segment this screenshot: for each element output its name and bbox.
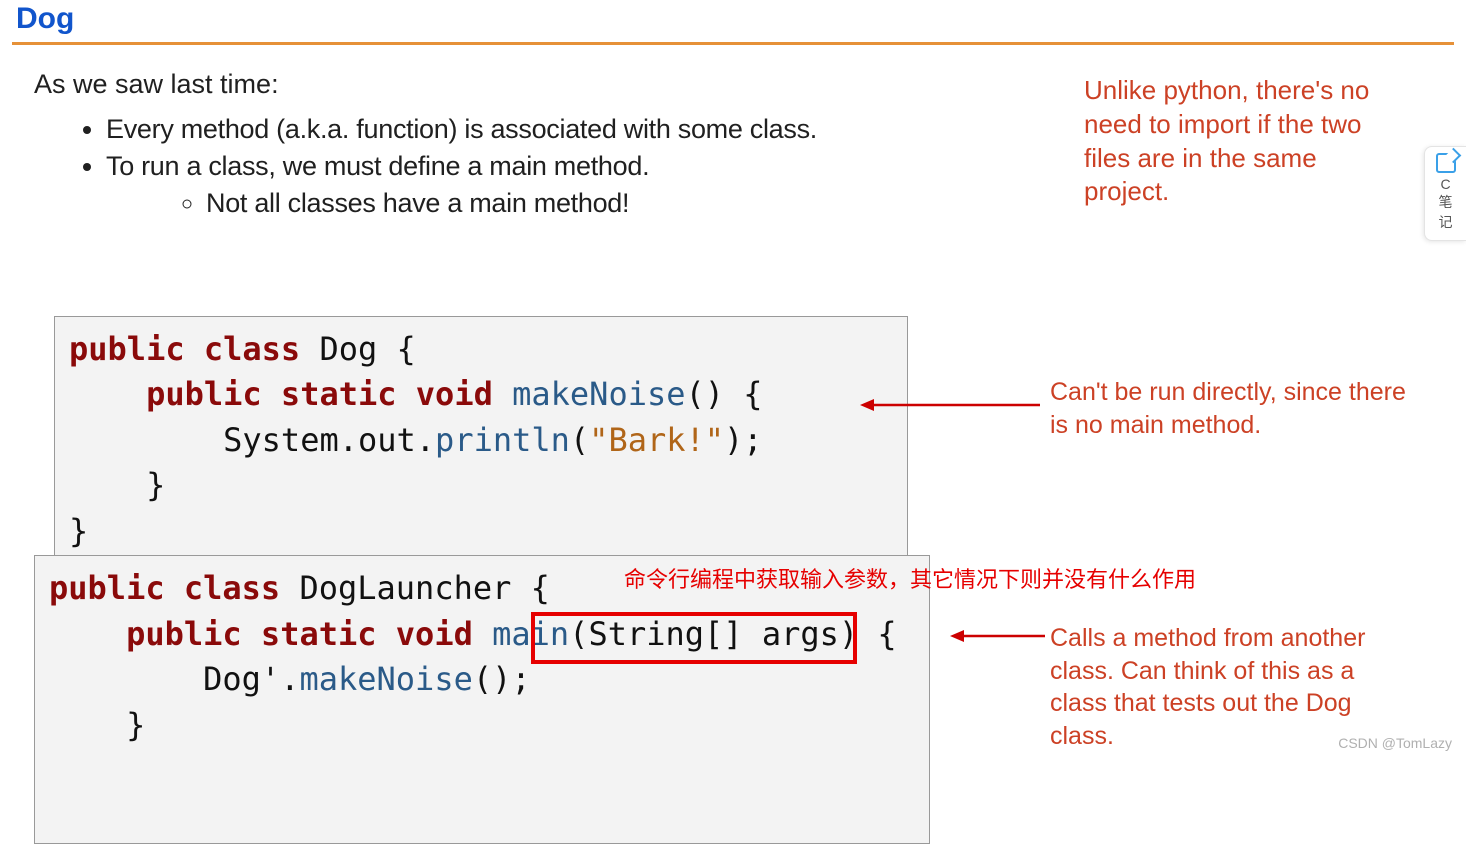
code-box-dog: public class Dog { public static void ma… [54, 316, 908, 559]
keyword-class: class [204, 330, 300, 368]
code-text: (); [473, 660, 531, 698]
code-text: DogLauncher { [280, 569, 550, 607]
method-name: println [435, 421, 570, 459]
tab-label: 笔 [1425, 192, 1466, 212]
code-text: } [69, 466, 165, 504]
keyword-class: class [184, 569, 280, 607]
code-text: Dog { [300, 330, 416, 368]
notes-tab[interactable]: C 笔 记 [1424, 146, 1466, 241]
keyword-void: void [396, 615, 473, 653]
string-literal: "Bark!" [589, 421, 724, 459]
method-name: makeNoise [493, 375, 686, 413]
annotation-chinese: 命令行编程中获取输入参数，其它情况下则并没有什么作用 [624, 562, 1196, 594]
keyword-static: static [281, 375, 397, 413]
side-note: Unlike python, there's no need to import… [1084, 74, 1384, 209]
keyword-public: public [69, 330, 185, 368]
highlight-box [531, 612, 857, 664]
keyword-public: public [146, 375, 262, 413]
code-box-launcher: public class DogLauncher { public static… [34, 555, 930, 844]
code-text: ); [724, 421, 763, 459]
tab-label: C [1425, 176, 1466, 192]
keyword-public: public [126, 615, 242, 653]
notes-icon [1436, 153, 1456, 173]
code-text: () { [686, 375, 763, 413]
code-indent [69, 421, 223, 459]
bullet-text: To run a class, we must define a main me… [106, 151, 649, 181]
code-text: } [49, 706, 145, 744]
code-text: Dog'. [203, 660, 299, 698]
title-underline [12, 42, 1454, 45]
code-indent [69, 375, 146, 413]
code-indent [49, 615, 126, 653]
tab-label: 记 [1425, 212, 1466, 232]
code-indent [49, 660, 203, 698]
slide-title: Dog [0, 0, 1466, 42]
watermark: CSDN @TomLazy [1338, 735, 1452, 751]
keyword-static: static [261, 615, 377, 653]
code-text: System.out. [223, 421, 435, 459]
code-text: ( [570, 421, 589, 459]
method-name: makeNoise [299, 660, 472, 698]
code-text: } [69, 512, 88, 550]
annotation-no-main: Can't be run directly, since there is no… [1050, 376, 1410, 441]
annotation-calls-method: Calls a method from another class. Can t… [1050, 622, 1410, 752]
keyword-public: public [49, 569, 165, 607]
arrow-icon [950, 629, 1045, 643]
arrow-icon [860, 398, 1040, 412]
keyword-void: void [416, 375, 493, 413]
